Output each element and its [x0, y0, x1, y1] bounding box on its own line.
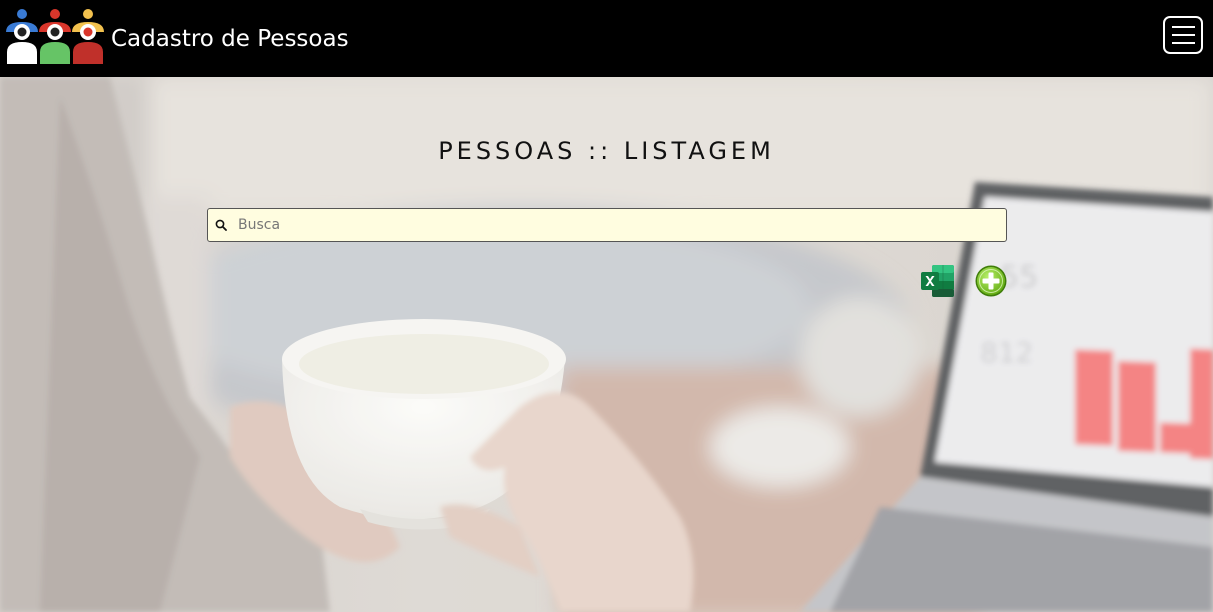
search-box — [207, 208, 1007, 242]
page-title: PESSOAS :: LISTAGEM — [438, 137, 775, 165]
plus-circle-icon — [975, 265, 1007, 297]
excel-icon — [921, 265, 954, 297]
menu-toggle-button[interactable] — [1163, 16, 1203, 54]
hamburger-menu-icon — [1172, 26, 1195, 28]
brand-title[interactable]: Cadastro de Pessoas — [111, 22, 349, 56]
people-group-icon[interactable] — [4, 6, 106, 64]
export-excel-button[interactable] — [920, 264, 956, 298]
search-icon — [215, 219, 227, 231]
search-input[interactable] — [236, 209, 998, 241]
hamburger-menu-icon-bar — [1172, 42, 1195, 44]
navbar: Cadastro de Pessoas — [0, 0, 1213, 77]
app-window: Cadastro de Pessoas 55 812 PESSOAS:: LI… — [0, 0, 1213, 612]
hamburger-menu-icon-bar — [1172, 34, 1195, 36]
hero-section: 55 812 PESSOAS :: LISTAGEM — [0, 77, 1213, 612]
add-person-button[interactable] — [974, 264, 1008, 298]
